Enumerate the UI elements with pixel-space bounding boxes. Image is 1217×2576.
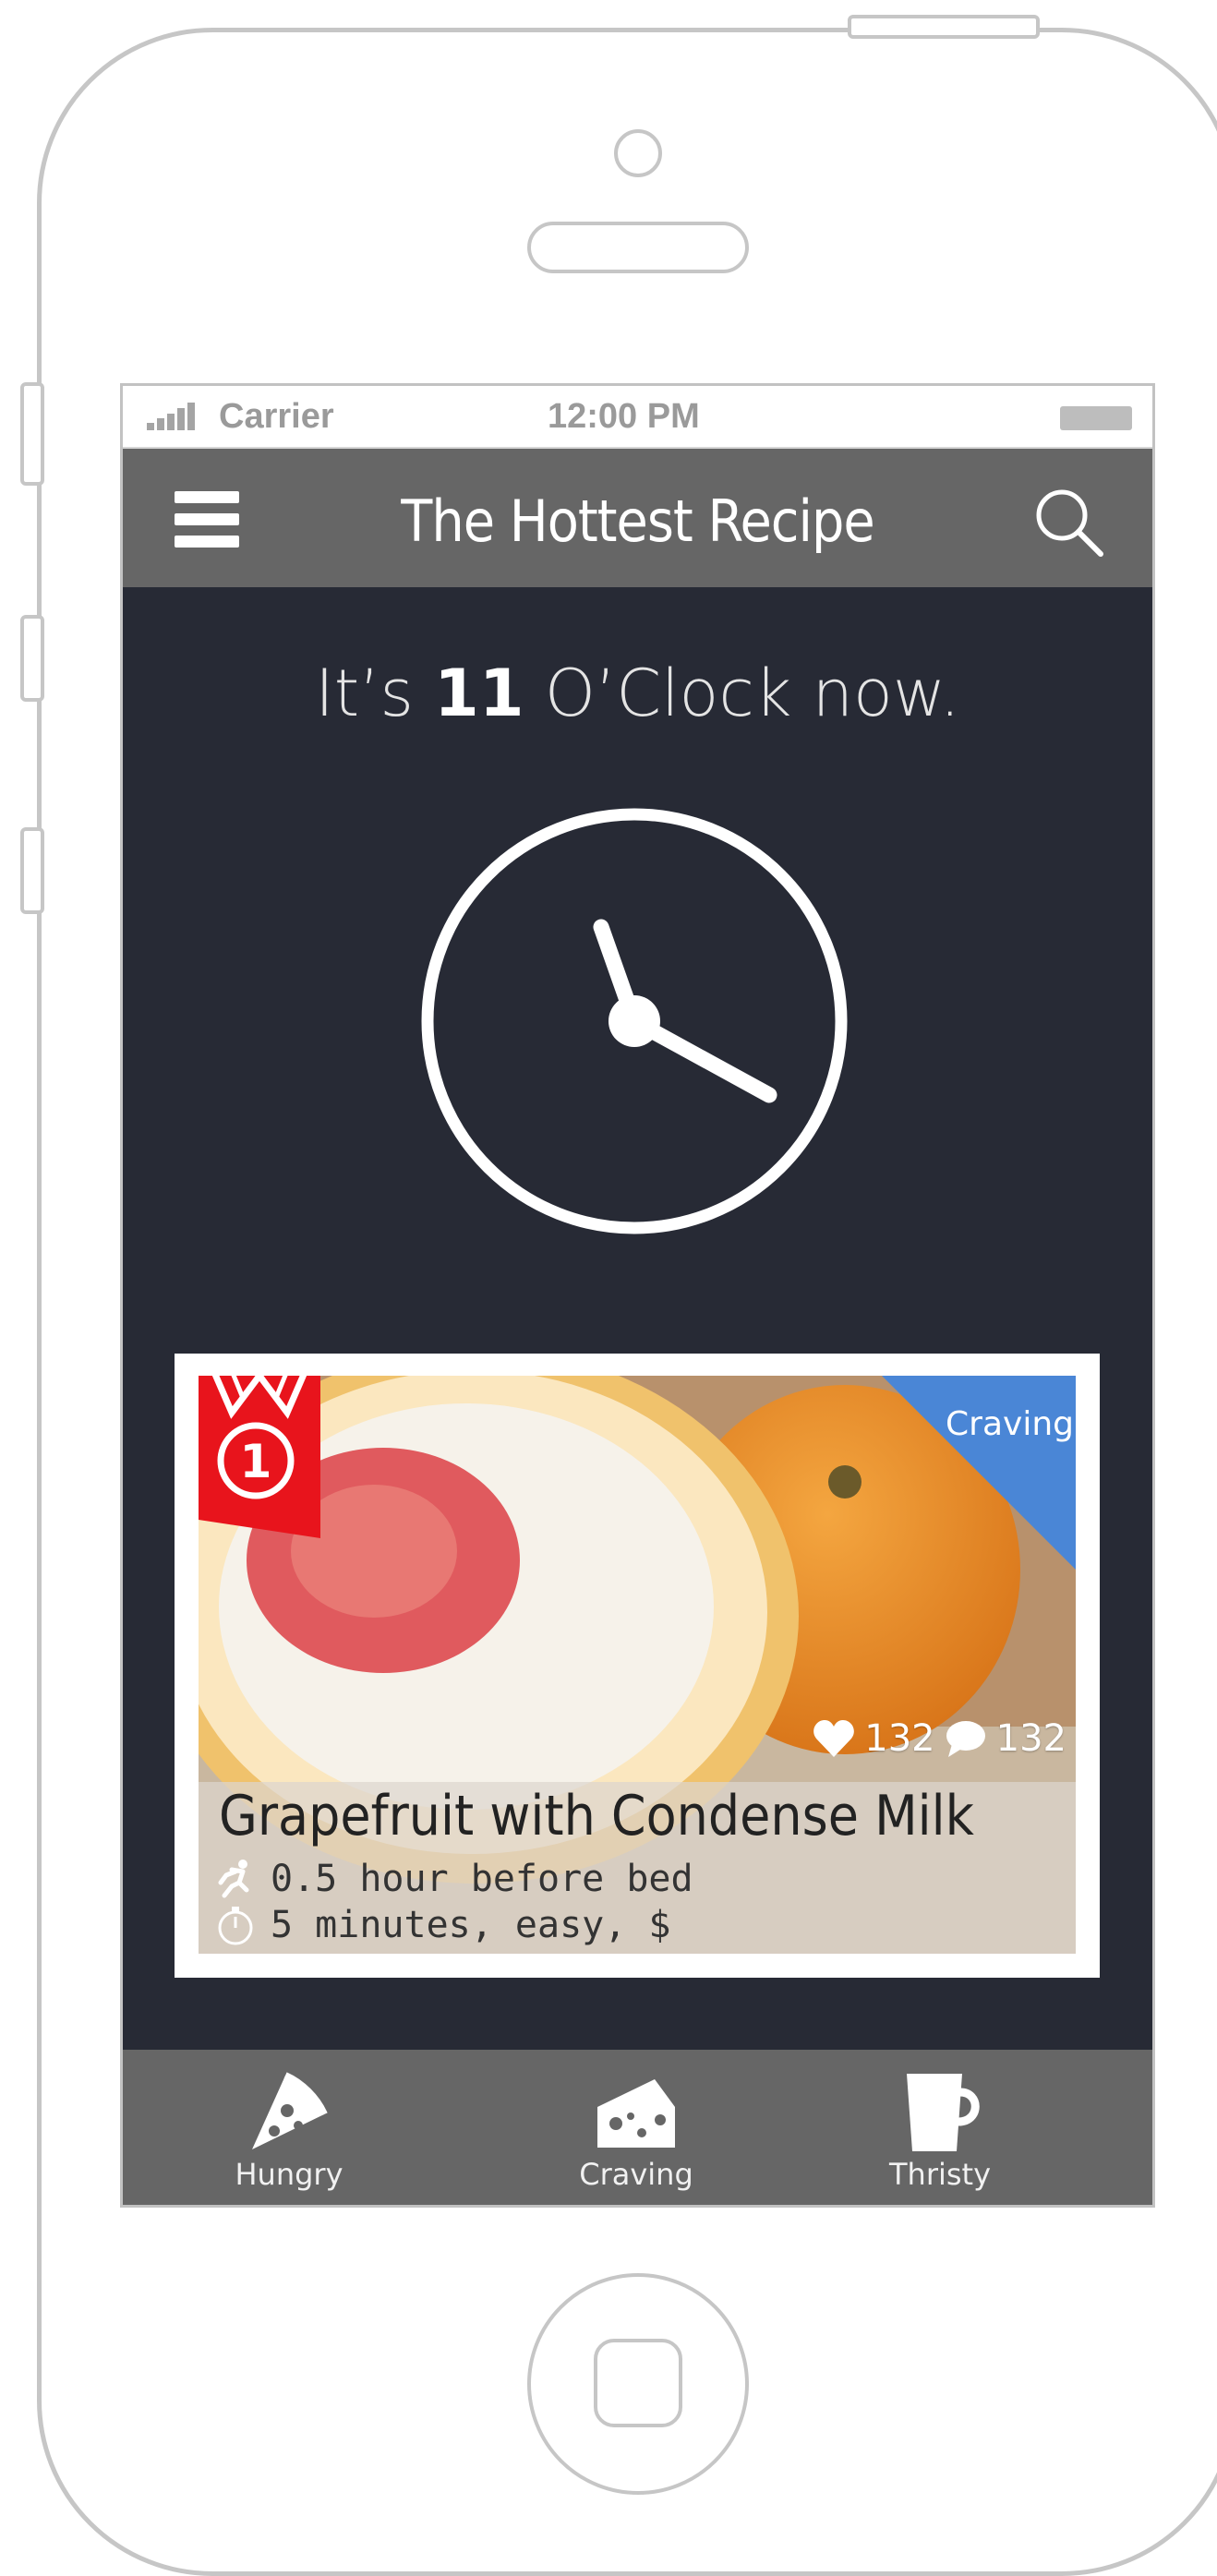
time-suffix: O’Clock now. xyxy=(524,656,960,731)
cup-icon xyxy=(907,2074,980,2151)
phone-top-button xyxy=(848,15,1040,39)
category-label: Craving xyxy=(946,1405,1074,1443)
tab-hungry-label: Hungry xyxy=(235,2157,343,2192)
phone-volume-up xyxy=(20,615,44,702)
recipe-photo: Craving 1 132 132 Grapefruit with Conden… xyxy=(199,1376,1076,1954)
earpiece-speaker xyxy=(527,222,749,273)
tab-craving[interactable]: Craving xyxy=(553,2070,719,2192)
current-time-heading: It’s 11 O’Clock now. xyxy=(123,656,1152,731)
running-person-icon xyxy=(218,1860,249,1898)
app-screen: Carrier 12:00 PM The Hottest Recipe It’s… xyxy=(120,383,1155,2208)
signal-strength-icon xyxy=(147,403,202,430)
tab-thristy-label: Thristy xyxy=(888,2157,992,2192)
recipe-stats: 132 132 xyxy=(813,1717,1066,1760)
time-hour: 11 xyxy=(434,656,524,731)
top-navbar: The Hottest Recipe xyxy=(123,449,1152,587)
recipe-details-text: 5 minutes, easy, $ xyxy=(271,1904,671,1946)
carrier-name: Carrier xyxy=(219,397,334,436)
cheese-icon xyxy=(597,2079,675,2148)
bottom-tab-bar: Hungry Craving Thristy xyxy=(123,2050,1152,2205)
pizza-slice-icon xyxy=(252,2072,328,2149)
recipe-card[interactable]: Craving 1 132 132 Grapefruit with Conden… xyxy=(175,1354,1100,1978)
comment-icon[interactable] xyxy=(945,1718,987,1759)
rank-number: 1 xyxy=(240,1435,272,1488)
recipe-details: 5 minutes, easy, $ xyxy=(215,1904,670,1946)
recipe-timing: 0.5 hour before bed xyxy=(215,1858,693,1900)
clock-icon xyxy=(421,808,848,1234)
status-time: 12:00 PM xyxy=(548,397,700,436)
rank-medal-icon: 1 xyxy=(199,1376,320,1538)
time-prefix: It’s xyxy=(315,656,435,731)
recipe-timing-text: 0.5 hour before bed xyxy=(271,1858,693,1900)
front-camera xyxy=(614,129,662,177)
tab-thristy[interactable]: Thristy xyxy=(857,2070,1023,2192)
stopwatch-icon xyxy=(218,1907,253,1945)
comment-count: 132 xyxy=(995,1717,1066,1760)
phone-volume-down xyxy=(20,827,44,914)
heart-icon[interactable] xyxy=(813,1718,855,1759)
recipe-info-overlay: Grapefruit with Condense Milk 0.5 hour b… xyxy=(199,1782,1076,1954)
search-icon[interactable] xyxy=(1030,484,1106,560)
recipe-title: Grapefruit with Condense Milk xyxy=(219,1784,974,1848)
status-bar: Carrier 12:00 PM xyxy=(123,386,1152,449)
battery-icon xyxy=(1060,406,1132,430)
like-count: 132 xyxy=(864,1717,935,1760)
tab-hungry[interactable]: Hungry xyxy=(206,2070,372,2192)
phone-mute-switch xyxy=(20,382,44,486)
home-button-square-icon xyxy=(594,2339,682,2427)
page-title: The Hottest Recipe xyxy=(401,488,874,555)
tab-craving-label: Craving xyxy=(579,2157,693,2192)
